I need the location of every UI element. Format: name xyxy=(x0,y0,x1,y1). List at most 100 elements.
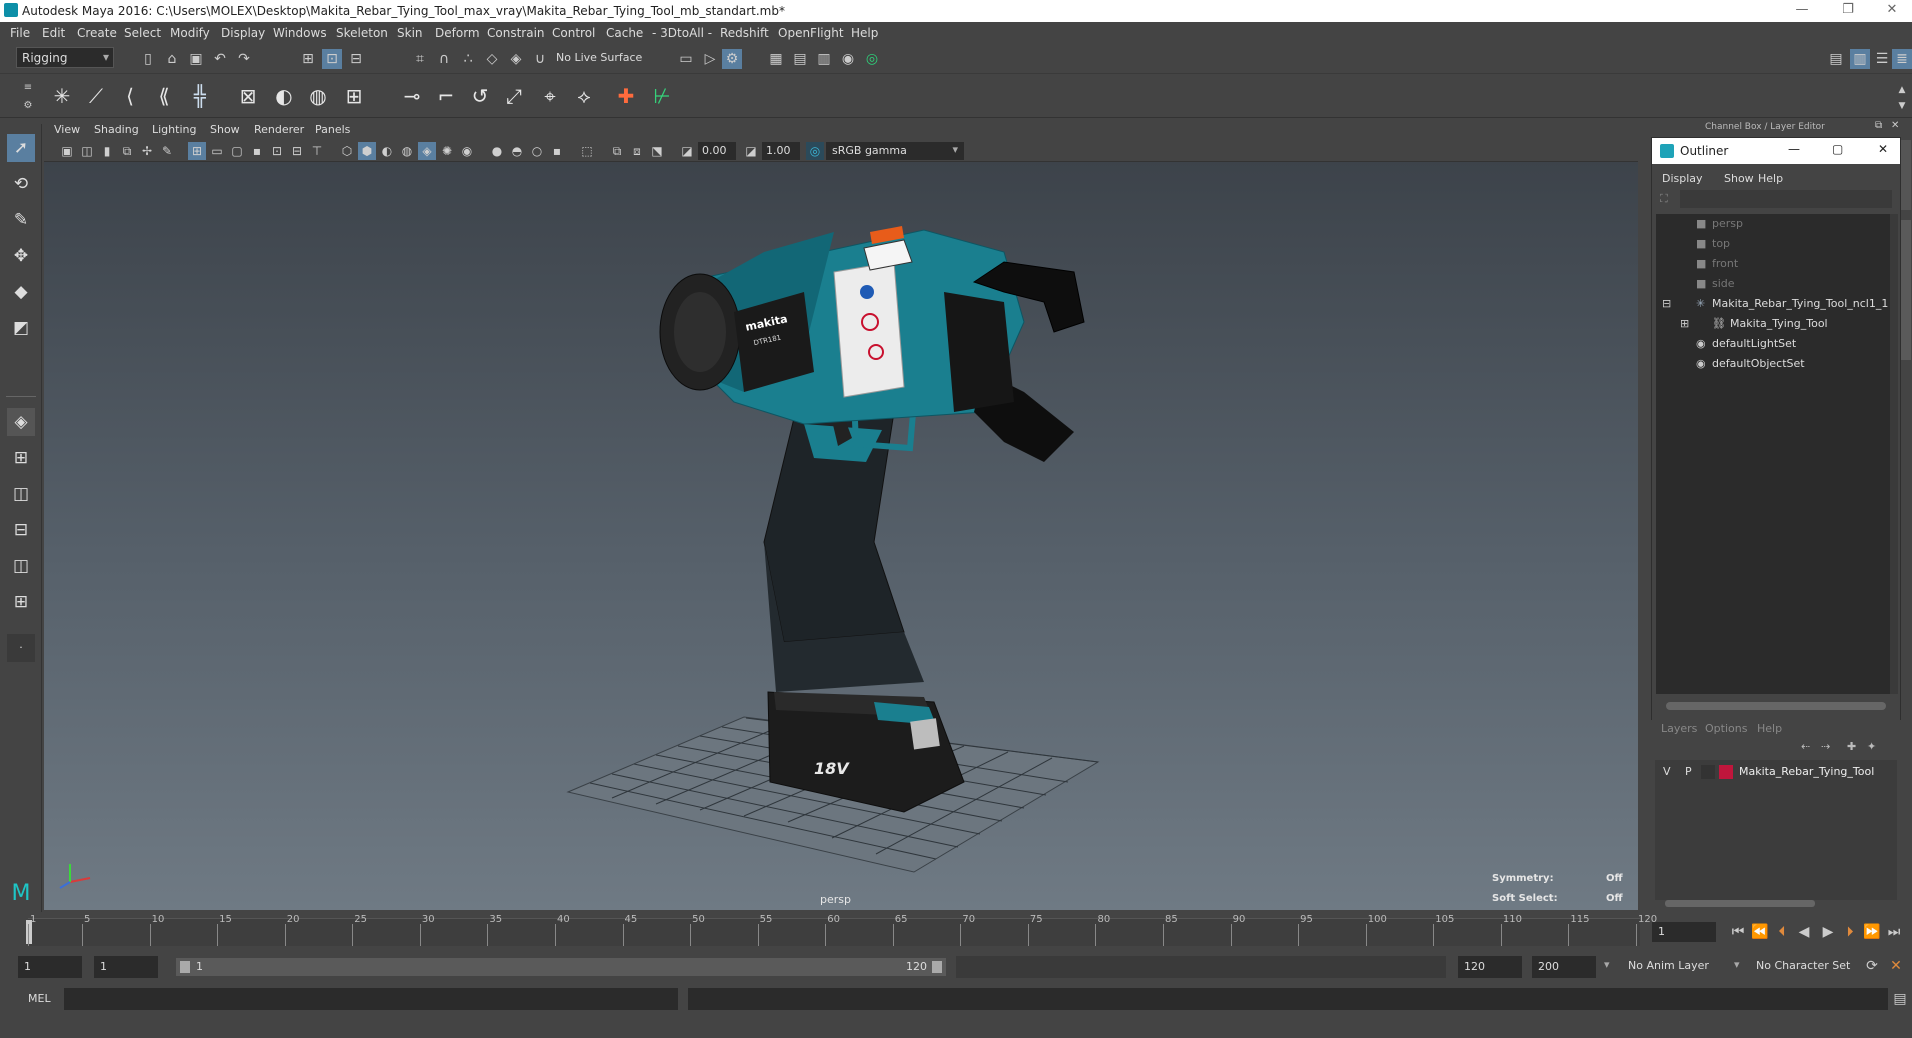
outliner-search-input[interactable] xyxy=(1680,190,1892,208)
snap-curve-icon[interactable]: ∩ xyxy=(434,49,454,69)
select-tool-icon[interactable]: ➚ xyxy=(7,134,35,162)
open-scene-icon[interactable]: ⌂ xyxy=(162,49,182,69)
xray-icon[interactable]: ⧉ xyxy=(608,142,626,160)
live-surface-label[interactable]: No Live Surface xyxy=(556,51,642,64)
current-frame-field[interactable]: 1 xyxy=(1652,922,1716,942)
select-component-icon[interactable]: ⊟ xyxy=(346,49,366,69)
four-view-layout-icon[interactable]: ⊞ xyxy=(7,444,35,472)
layer-scrollbar[interactable] xyxy=(1665,900,1815,907)
menu-set-dropdown[interactable]: Rigging ▾ xyxy=(16,47,114,68)
hypershade-layout-icon[interactable]: ◫ xyxy=(7,552,35,580)
minimize-button[interactable]: — xyxy=(1782,2,1822,20)
channel-box-toggle-icon[interactable]: ≣ xyxy=(1892,49,1912,69)
menu-deform[interactable]: Deform xyxy=(435,26,480,40)
field-chart-icon[interactable]: ⊡ xyxy=(268,142,286,160)
outliner-menu-display[interactable]: Display xyxy=(1662,172,1703,185)
outliner-maximize-icon[interactable]: ▢ xyxy=(1832,142,1843,156)
anim-layer-dropdown[interactable]: No Anim Layer xyxy=(1628,959,1709,972)
menu-cache[interactable]: Cache xyxy=(606,26,643,40)
aim-constraint-icon[interactable]: ⌖ xyxy=(536,82,564,112)
move-tool-icon[interactable]: ✥ xyxy=(7,242,35,270)
ipr-render-icon[interactable]: ▤ xyxy=(790,49,810,69)
single-perspective-layout-icon[interactable]: ◈ xyxy=(7,408,35,436)
panel-menu-view[interactable]: View xyxy=(54,123,80,136)
command-input[interactable] xyxy=(64,988,678,1010)
select-object-icon[interactable]: ⊡ xyxy=(322,49,342,69)
isolate-select-icon[interactable]: ⬚ xyxy=(578,142,596,160)
menu-file[interactable]: File xyxy=(10,26,30,40)
redshift-render-icon[interactable]: ◎ xyxy=(862,49,882,69)
input-ops-icon[interactable]: ▭ xyxy=(676,49,696,69)
save-scene-icon[interactable]: ▣ xyxy=(186,49,206,69)
safe-title-icon[interactable]: ⊤ xyxy=(308,142,326,160)
safe-action-icon[interactable]: ⊟ xyxy=(288,142,306,160)
exposure-icon[interactable]: ◪ xyxy=(678,142,696,160)
scale-constraint-icon[interactable]: ⤢ xyxy=(500,82,528,112)
character-set-dropdown[interactable]: No Character Set xyxy=(1756,959,1850,972)
persp-outliner-layout-icon[interactable]: ◫ xyxy=(7,480,35,508)
panel-menu-lighting[interactable]: Lighting xyxy=(152,123,196,136)
modeling-toolkit-icon[interactable]: ▤ xyxy=(1826,49,1846,69)
move-layer-down-icon[interactable]: ⇢ xyxy=(1821,740,1830,753)
close-window-button[interactable]: ✕ xyxy=(1872,2,1912,20)
layer-playback-toggle[interactable]: P xyxy=(1685,765,1692,778)
cluster-icon[interactable]: ⊸ xyxy=(398,82,426,112)
step-forward-frame-icon[interactable]: ⏩ xyxy=(1862,922,1882,942)
film-gate-icon[interactable]: ▭ xyxy=(208,142,226,160)
2d-pan-zoom-icon[interactable]: ✢ xyxy=(138,142,156,160)
undo-icon[interactable]: ↶ xyxy=(210,49,230,69)
outliner-menu-show[interactable]: Show xyxy=(1724,172,1754,185)
new-layer-icon[interactable]: ✚ xyxy=(1847,740,1856,753)
render-frame-icon[interactable]: ▦ xyxy=(766,49,786,69)
close-panel-icon[interactable]: ✕ xyxy=(1891,120,1899,131)
anti-aliasing-icon[interactable]: ○ xyxy=(528,142,546,160)
menu-modify[interactable]: Modify xyxy=(170,26,210,40)
gamma-icon[interactable]: ◪ xyxy=(742,142,760,160)
paint-select-icon[interactable]: ✎ xyxy=(7,206,35,234)
expand-icon[interactable]: ⊞ xyxy=(1680,314,1689,334)
image-plane-icon[interactable]: ⧉ xyxy=(118,142,136,160)
panel-menu-show[interactable]: Show xyxy=(210,123,240,136)
textured-icon[interactable]: ◈ xyxy=(418,142,436,160)
shelf-scroll-down-icon[interactable]: ▼ xyxy=(1892,96,1912,116)
panel-menu-shading[interactable]: Shading xyxy=(94,123,139,136)
layer-color-swatch[interactable] xyxy=(1719,765,1733,779)
orient-constraint-icon[interactable]: ↺ xyxy=(466,82,494,112)
layer-visibility-toggle[interactable]: V xyxy=(1663,765,1671,778)
outliner-vertical-scrollbar[interactable] xyxy=(1890,214,1898,694)
new-layer-selected-icon[interactable]: ✦ xyxy=(1867,740,1876,753)
animation-start-field[interactable]: 1 xyxy=(18,956,82,978)
menu-help[interactable]: Help xyxy=(851,26,878,40)
bookmark-icon[interactable]: ▮ xyxy=(98,142,116,160)
playback-start-field[interactable]: 1 xyxy=(94,956,158,978)
shadows-icon[interactable]: ◉ xyxy=(458,142,476,160)
time-slider[interactable]: 1 5 10 15 20 25 30 35 40 45 50 55 60 65 70 75 80 85 90 95 10… xyxy=(22,912,1657,950)
gamma-field[interactable]: 1.00 xyxy=(762,142,800,160)
gate-mask-icon[interactable]: ▪ xyxy=(248,142,266,160)
range-slider-handle-start[interactable] xyxy=(180,961,190,973)
camera-select-icon[interactable]: ▣ xyxy=(58,142,76,160)
tool-settings-toggle-icon[interactable]: ☰ xyxy=(1872,49,1892,69)
menu-3dtoall[interactable]: - 3DtoAll - xyxy=(652,26,712,40)
wireframe-icon[interactable]: ⬡ xyxy=(338,142,356,160)
camera-attributes-icon[interactable]: ◫ xyxy=(78,142,96,160)
command-language-label[interactable]: MEL xyxy=(28,992,51,1005)
layer-name[interactable]: Makita_Rebar_Tying_Tool xyxy=(1739,765,1874,778)
resolution-gate-icon[interactable]: ▢ xyxy=(228,142,246,160)
outliner-item-rebar-group[interactable]: ⊟ ✳ Makita_Rebar_Tying_Tool_ncl1_1 xyxy=(1656,294,1892,314)
motion-blur-icon[interactable]: ◓ xyxy=(508,142,526,160)
float-panel-icon[interactable]: ⧉ xyxy=(1875,120,1882,131)
output-ops-icon[interactable]: ▷ xyxy=(700,49,720,69)
layer-type-toggle[interactable] xyxy=(1701,765,1715,779)
chevron-down-icon[interactable]: ▾ xyxy=(1604,958,1610,971)
outliner-item-tying-tool[interactable]: ⊞ ⛓ Makita_Tying_Tool xyxy=(1656,314,1892,334)
script-editor-icon[interactable]: ▤ xyxy=(1890,989,1910,1009)
menu-skin[interactable]: Skin xyxy=(397,26,423,40)
rotate-tool-icon[interactable]: ◆ xyxy=(7,278,35,306)
animation-preferences-icon[interactable]: ✕ xyxy=(1886,956,1906,976)
layer-row[interactable]: V P Makita_Rebar_Tying_Tool xyxy=(1655,762,1897,782)
step-forward-key-icon[interactable]: ⏵ xyxy=(1840,922,1860,942)
menu-redshift[interactable]: Redshift xyxy=(720,26,769,40)
layer-menu-options[interactable]: Options xyxy=(1705,722,1747,735)
outliner-item-front[interactable]: ■ front xyxy=(1656,254,1892,274)
